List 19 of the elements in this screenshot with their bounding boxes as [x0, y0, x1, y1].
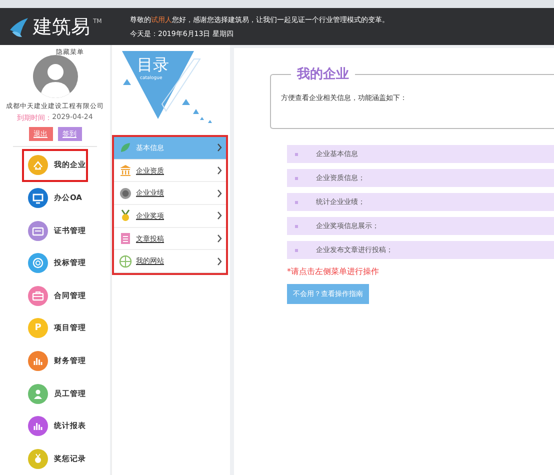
- chevron-right-icon: [217, 188, 222, 198]
- temple-icon: [119, 164, 132, 178]
- catalogue-title: 目录: [137, 56, 169, 73]
- globe-icon: [119, 254, 132, 268]
- document-icon: [119, 232, 132, 246]
- chevron-right-icon: [217, 234, 222, 244]
- seal-icon: [119, 186, 132, 200]
- chevron-right-icon: [217, 166, 222, 176]
- chevron-right-icon: [217, 143, 222, 152]
- icon-letter: P: [34, 322, 42, 336]
- bird-logo-icon: [8, 16, 30, 38]
- instruction-note: *请点击左侧菜单进行操作: [287, 266, 380, 277]
- chevron-right-icon: [217, 211, 222, 220]
- chevron-right-icon: [217, 256, 222, 266]
- section-title: 我的企业: [296, 66, 350, 83]
- avatar: [32, 55, 78, 98]
- leaf-icon: [119, 141, 132, 154]
- medal-icon: [119, 209, 132, 222]
- logo-text: 建筑易: [33, 14, 90, 40]
